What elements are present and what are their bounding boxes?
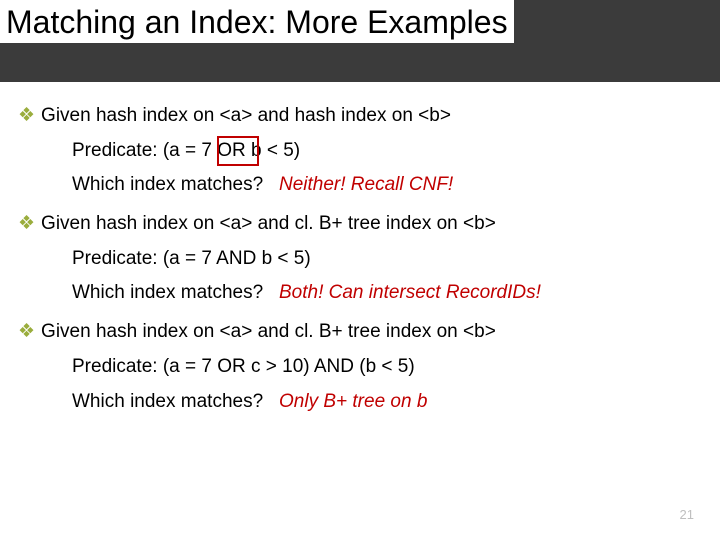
predicate-line: Predicate: (a = 7 OR c > 10) AND (b < 5): [72, 355, 702, 380]
page-number: 21: [680, 507, 694, 522]
bullet-glyph-icon: ❖: [18, 320, 35, 345]
answer-text: Neither! Recall CNF!: [279, 174, 453, 195]
bullet-glyph-icon: ❖: [18, 104, 35, 129]
slide: Matching an Index: More Examples ❖ Given…: [0, 0, 720, 540]
question-text: Which index matches?: [72, 282, 263, 303]
bullet-row: ❖ Given hash index on <a> and cl. B+ tre…: [18, 320, 702, 345]
predicate-text: Predicate: (a = 7 AND b < 5): [72, 248, 311, 269]
predicate-text: Predicate: (a = 7 OR c > 10) AND (b < 5): [72, 356, 415, 377]
slide-title: Matching an Index: More Examples: [6, 4, 508, 40]
question-line: Which index matches? Only B+ tree on b: [72, 390, 702, 415]
question-line: Which index matches? Neither! Recall CNF…: [72, 173, 702, 198]
question-text: Which index matches?: [72, 391, 263, 412]
bullet-head: Given hash index on <a> and cl. B+ tree …: [41, 212, 496, 237]
bullet-glyph-icon: ❖: [18, 212, 35, 237]
predicate-line: Predicate: (a = 7 OR b < 5): [72, 139, 702, 164]
bullet-row: ❖ Given hash index on <a> and hash index…: [18, 104, 702, 129]
predicate-line: Predicate: (a = 7 AND b < 5): [72, 247, 702, 272]
predicate-text: Predicate: (a = 7 OR b < 5): [72, 140, 300, 161]
title-container: Matching an Index: More Examples: [0, 0, 514, 43]
question-text: Which index matches?: [72, 174, 263, 195]
answer-text: Both! Can intersect RecordIDs!: [279, 282, 541, 303]
answer-text: Only B+ tree on b: [279, 391, 427, 412]
bullet-head: Given hash index on <a> and cl. B+ tree …: [41, 320, 496, 345]
bullet-row: ❖ Given hash index on <a> and cl. B+ tre…: [18, 212, 702, 237]
content-area: ❖ Given hash index on <a> and hash index…: [0, 82, 720, 414]
bullet-head: Given hash index on <a> and hash index o…: [41, 104, 451, 129]
question-line: Which index matches? Both! Can intersect…: [72, 281, 702, 306]
